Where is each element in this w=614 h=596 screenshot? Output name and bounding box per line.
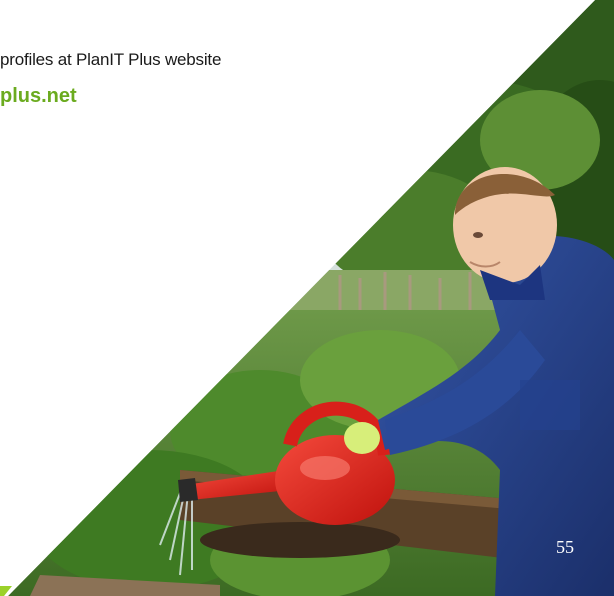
- website-url-overlay[interactable]: plus.net: [0, 85, 77, 108]
- document-page: profiles at PlanIT Plus website plus.net: [0, 0, 614, 596]
- page-number: 55: [556, 537, 574, 557]
- garden-photo: [0, 0, 614, 596]
- body-text-overlay: profiles at PlanIT Plus website: [0, 50, 222, 69]
